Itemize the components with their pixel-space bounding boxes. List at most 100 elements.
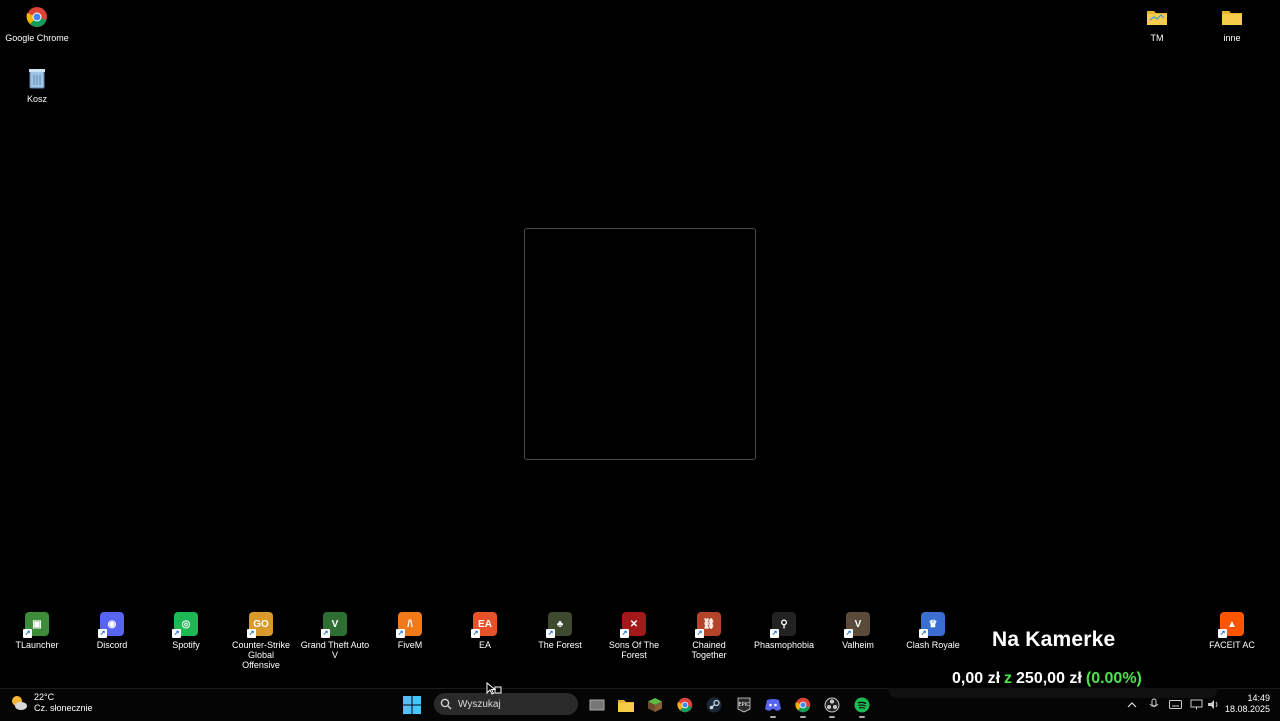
shortcut-arrow-icon: ↗: [770, 629, 779, 638]
shortcut-arrow-icon: ↗: [23, 629, 32, 638]
fivem-icon: /\ ↗: [396, 612, 422, 638]
icon-glyph: EA: [478, 618, 492, 630]
desktop-icon-valheim[interactable]: V ↗ Valheim: [823, 612, 893, 650]
taskbar-chrome-profile[interactable]: [793, 695, 813, 718]
desktop-icon-label: Discord: [96, 640, 128, 650]
task-view-icon: [589, 699, 605, 711]
desktop-icon-label: Clash Royale: [906, 640, 960, 650]
partly-sunny-icon: [10, 694, 28, 712]
icon-glyph: ▣: [32, 618, 42, 630]
microphone-icon: [1149, 698, 1159, 707]
icon-glyph: ◉: [107, 618, 117, 630]
desktop-icon-label: Grand Theft Auto V: [300, 640, 370, 660]
desktop-icon-fivem[interactable]: /\ ↗ FiveM: [375, 612, 445, 650]
desktop-icon-label: Phasmophobia: [753, 640, 815, 650]
the-forest-icon: ♣ ↗: [546, 612, 572, 638]
desktop-icon-spotify[interactable]: ◎ ↗ Spotify: [151, 612, 221, 650]
desktop-icon-gta-v[interactable]: V ↗ Grand Theft Auto V: [300, 612, 370, 660]
taskbar-task-view[interactable]: [587, 695, 607, 715]
epic-games-icon: EPIC: [737, 697, 751, 713]
chrome-icon: [677, 697, 693, 713]
file-explorer-icon: [618, 699, 634, 712]
shortcut-arrow-icon: ↗: [321, 629, 330, 638]
icon-glyph: ♛: [928, 618, 938, 630]
weather-desc: Cz. słonecznie: [34, 703, 93, 713]
icon-glyph: /\: [407, 618, 413, 630]
desktop-icon-label: Google Chrome: [5, 33, 69, 43]
clock-date: 18.08.2025: [1224, 704, 1270, 714]
desktop-icon-label: Counter-Strike Global Offensive: [231, 640, 291, 670]
shortcut-arrow-icon: ↗: [98, 629, 107, 638]
speaker-icon: [1207, 699, 1217, 709]
taskbar-epic-games[interactable]: EPIC: [734, 695, 754, 715]
desktop-icon-label: Valheim: [842, 640, 874, 650]
icon-glyph: ▲: [1227, 618, 1237, 630]
desktop-icon-label: Chained Together: [691, 640, 727, 660]
desktop-icon-phasmophobia[interactable]: ⚲ ↗ Phasmophobia: [749, 612, 819, 650]
desktop-icon-label: TLauncher: [15, 640, 59, 650]
taskbar-spotify[interactable]: [852, 695, 872, 718]
search-box[interactable]: Wyszukaj: [434, 693, 578, 715]
clash-royale-icon: ♛ ↗: [919, 612, 945, 638]
system-clock[interactable]: 14:49 18.08.2025: [1225, 693, 1270, 715]
taskbar-obs[interactable]: [822, 695, 842, 718]
phasmophobia-icon: ⚲ ↗: [770, 612, 796, 638]
taskbar-steam[interactable]: [704, 695, 724, 715]
tray-keyboard[interactable]: [1168, 697, 1182, 711]
chrome-icon: [795, 697, 811, 713]
network-icon: [1190, 699, 1202, 709]
icon-glyph: V: [331, 618, 339, 630]
icon-glyph: ⛓: [702, 618, 716, 630]
desktop-icon-clash-royale[interactable]: ♛ ↗ Clash Royale: [898, 612, 968, 650]
weather-widget[interactable]: 22°C Cz. słonecznie: [10, 692, 93, 714]
svg-text:EPIC: EPIC: [738, 702, 750, 708]
desktop-icon-folder-inne[interactable]: inne: [1197, 5, 1267, 43]
donation-percent: (0.00%): [1085, 670, 1142, 687]
taskbar-discord[interactable]: [763, 695, 783, 718]
folder-icon: [1220, 5, 1244, 29]
chevron-up-icon: [1127, 701, 1137, 707]
obs-icon: [824, 697, 840, 713]
chrome-icon: [25, 5, 49, 29]
desktop-icon-label: Sons Of The Forest: [608, 640, 660, 660]
clock-time: 14:49: [1247, 693, 1270, 703]
csgo-icon: GO ↗: [247, 612, 273, 638]
start-button[interactable]: [402, 695, 422, 715]
tray-microphone[interactable]: [1148, 697, 1160, 711]
icon-glyph: ◎: [181, 618, 191, 630]
desktop-icon-google-chrome[interactable]: Google Chrome: [2, 5, 72, 43]
valheim-icon: V ↗: [844, 612, 870, 638]
spotify-icon: [854, 697, 870, 713]
shortcut-arrow-icon: ↗: [172, 629, 181, 638]
sons-of-the-forest-icon: ✕ ↗: [620, 612, 646, 638]
shortcut-arrow-icon: ↗: [247, 629, 256, 638]
desktop-icon-recycle-bin[interactable]: Kosz: [2, 66, 72, 104]
shortcut-arrow-icon: ↗: [695, 629, 704, 638]
desktop-icon-ea[interactable]: EA ↗ EA: [450, 612, 520, 650]
icon-glyph: GO: [253, 618, 269, 630]
desktop-icon-the-forest[interactable]: ♣ ↗ The Forest: [525, 612, 595, 650]
tray-network[interactable]: [1189, 697, 1203, 711]
taskbar-chrome[interactable]: [675, 695, 695, 715]
faceit-icon: ▲ ↗: [1218, 612, 1244, 638]
steam-icon: [706, 697, 722, 713]
taskbar-minecraft[interactable]: [645, 695, 665, 715]
desktop-icon-tlauncher[interactable]: ▣ ↗ TLauncher: [2, 612, 72, 650]
shortcut-arrow-icon: ↗: [471, 629, 480, 638]
tray-volume[interactable]: [1206, 697, 1220, 711]
mouse-cursor-icon: [486, 681, 502, 701]
taskbar-file-explorer[interactable]: [616, 695, 636, 715]
icon-glyph: ♣: [556, 618, 564, 630]
folder-icon: [1145, 5, 1169, 29]
desktop-icon-label: Kosz: [26, 94, 47, 104]
desktop-icon-folder-tm[interactable]: TM: [1122, 5, 1192, 43]
minecraft-grass-block-icon: ▣ ↗: [23, 612, 49, 638]
desktop-icon-chained-together[interactable]: ⛓ ↗ Chained Together: [674, 612, 744, 660]
desktop-icon-faceit-ac[interactable]: ▲ ↗ FACEIT AC: [1197, 612, 1267, 650]
desktop-icon-discord[interactable]: ◉ ↗ Discord: [77, 612, 147, 650]
tray-overflow-button[interactable]: [1126, 697, 1138, 711]
desktop-icon-label: inne: [1223, 33, 1241, 43]
desktop-icon-csgo[interactable]: GO ↗ Counter-Strike Global Offensive: [226, 612, 296, 670]
desktop-icon-sons-of-the-forest[interactable]: ✕ ↗ Sons Of The Forest: [599, 612, 669, 660]
overlay-title: Na Kamerke: [992, 628, 1116, 651]
